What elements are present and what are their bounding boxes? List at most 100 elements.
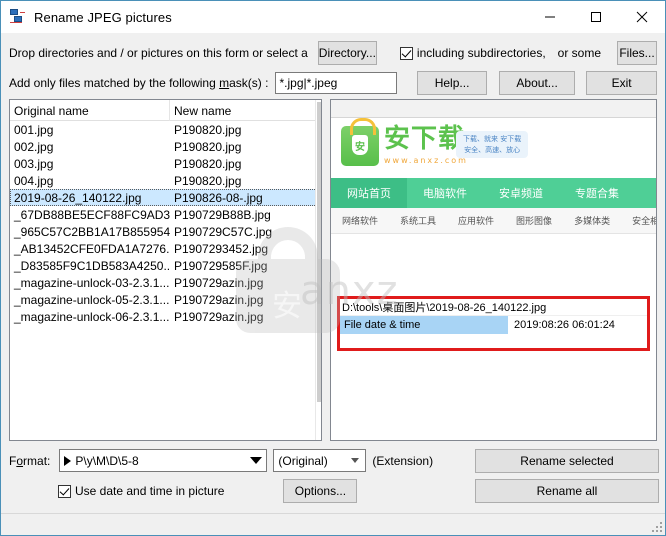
exif-value: 2019:08:26 06:01:24 (514, 319, 615, 331)
preview-body (331, 234, 656, 252)
cell-new-name: P190729B88B.jpg (174, 207, 271, 222)
rename-pictures-icon (10, 9, 26, 25)
subdirectories-checkbox-box[interactable] (399, 46, 413, 60)
cell-original-name: 001.jpg (14, 122, 54, 137)
file-list-scroll-thumb[interactable] (317, 102, 321, 402)
file-list[interactable]: Original name New name 001.jpg P190820.jp… (9, 99, 322, 441)
bottom-panel: Format: P\y\M\D\5-8 (Original) (Extensio… (1, 441, 665, 513)
extension-value: (Original) (278, 453, 328, 468)
format-play-icon (64, 455, 72, 466)
files-button[interactable]: Files... (617, 41, 657, 65)
file-list-scrollbar[interactable] (315, 100, 321, 440)
logo-url: www.anxz.com (384, 156, 468, 165)
format-dropdown-arrow[interactable] (247, 451, 266, 470)
table-row[interactable]: _magazine-unlock-06-2.3.1... P190729azin.… (10, 308, 321, 325)
table-row[interactable]: _D83585F9C1DB583A4250... P190729585F.jpg (10, 257, 321, 274)
mask-label-pre: Add only files matched by the following (9, 76, 220, 90)
extension-combobox[interactable]: (Original) (273, 449, 367, 472)
rename-selected-button[interactable]: Rename selected (475, 449, 659, 473)
extension-label: (Extension) (372, 453, 434, 468)
or-some-label: or some (557, 46, 602, 60)
preview-navbar: 网站首页 电脑软件 安卓频道 专题合集 (331, 178, 656, 208)
resize-grip[interactable] (650, 520, 662, 532)
slogan-line-1: 下载、就来 安下载 (463, 135, 522, 143)
exif-file-path: D:\tools\桌面图片\2019-08-26_140122.jpg (340, 299, 647, 316)
use-datetime-checkbox-box[interactable] (58, 484, 71, 498)
mask-label-accel: m (219, 76, 230, 90)
format-label: Format: (9, 454, 50, 468)
table-row[interactable]: 2019-08-26_140122.jpg P190826-08-.jpg (10, 189, 321, 206)
exif-row[interactable]: File date & time 2019:08:26 06:01:24 (340, 316, 647, 334)
table-row[interactable]: _67DB88BE5ECF88FC9AD3... P190729B88B.jpg (10, 206, 321, 223)
format-label-post: rmat: (23, 453, 51, 468)
cell-original-name: 004.jpg (14, 173, 54, 188)
table-row[interactable]: _magazine-unlock-05-2.3.1... P190729azin.… (10, 291, 321, 308)
column-header-new[interactable]: New name (170, 100, 321, 121)
preview-nav-item: 安卓频道 (499, 187, 543, 200)
help-button[interactable]: Help... (417, 71, 487, 95)
column-header-original[interactable]: Original name (10, 100, 170, 121)
cell-original-name: _magazine-unlock-05-2.3.1... (14, 292, 170, 307)
format-combobox[interactable]: P\y\M\D\5-8 (59, 449, 268, 472)
shield-badge-icon: 安 (352, 135, 368, 155)
preview-subnav-item: 系统工具 (400, 217, 437, 227)
cell-original-name: _965C57C2BB1A17B855954... (14, 224, 170, 239)
cell-new-name: P190729azin.jpg (174, 309, 264, 324)
preview-nav-item: 网站首页 (331, 178, 407, 208)
cell-original-name: 002.jpg (14, 139, 54, 154)
cell-new-name: P190820.jpg (174, 156, 242, 171)
file-list-body: 001.jpg P190820.jpg 002.jpg P190820.jpg 003.… (10, 121, 321, 440)
table-row[interactable]: 003.jpg P190820.jpg (10, 155, 321, 172)
table-row[interactable]: _965C57C2BB1A17B855954... P190729C57C.jpg (10, 223, 321, 240)
main-window: Rename JPEG pictures Drop directories an… (0, 0, 666, 536)
cell-original-name: _AB13452CFE0FDA1A7276... (14, 241, 170, 256)
preview-subnav-item: 网络软件 (342, 217, 379, 227)
preview-subnav-item: 安全相关 (632, 217, 656, 227)
table-row[interactable]: 001.jpg P190820.jpg (10, 121, 321, 138)
preview-empty-area (331, 351, 656, 440)
directory-button[interactable]: Directory... (317, 41, 377, 65)
table-row[interactable]: _AB13452CFE0FDA1A7276... P1907293452.jpg (10, 240, 321, 257)
mask-label: Add only files matched by the following … (9, 76, 268, 90)
minimize-button[interactable] (527, 1, 573, 33)
exif-key: File date & time (340, 316, 508, 334)
exif-rows: File date & time 2019:08:26 06:01:24 (340, 316, 647, 334)
cell-original-name: 003.jpg (14, 156, 54, 171)
slogan-line-2: 安全、高速、放心 (464, 145, 521, 154)
cell-new-name: P190820.jpg (174, 173, 242, 188)
table-row[interactable]: 002.jpg P190820.jpg (10, 138, 321, 155)
close-button[interactable] (619, 1, 665, 33)
maximize-button[interactable] (573, 1, 619, 33)
cell-new-name: P190826-08-.jpg (174, 190, 263, 205)
preview-topbar (331, 100, 656, 118)
preview-pane: 安 安下载 www.anxz.com 下载、就来 安下载 安全、高速、放心 网站… (330, 99, 657, 441)
subdirectories-label: including subdirectories, (416, 46, 546, 60)
preview-logo-area: 安 安下载 www.anxz.com 下载、就来 安下载 安全、高速、放心 (331, 118, 656, 178)
extension-dropdown-arrow[interactable] (346, 451, 365, 470)
table-row[interactable]: 004.jpg P190820.jpg (10, 172, 321, 189)
preview-subnav: 网络软件 系统工具 应用软件 图形图像 多媒体类 安全相关 (331, 208, 656, 234)
cell-original-name: _D83585F9C1DB583A4250... (14, 258, 170, 273)
use-datetime-label: Use date and time in picture (75, 484, 225, 498)
use-datetime-checkbox[interactable]: Use date and time in picture (58, 484, 224, 498)
exit-button[interactable]: Exit (586, 71, 657, 95)
preview-subnav-item: 多媒体类 (574, 217, 611, 227)
mask-input[interactable]: *.jpg|*.jpeg (275, 72, 398, 94)
rename-all-button[interactable]: Rename all (475, 479, 659, 503)
window-title: Rename JPEG pictures (34, 9, 172, 25)
exif-panel: D:\tools\桌面图片\2019-08-26_140122.jpg File… (337, 296, 650, 351)
cell-new-name: P190729585F.jpg (174, 258, 268, 273)
cell-new-name: P190729azin.jpg (174, 275, 264, 290)
subdirectories-checkbox[interactable]: including subdirectories, (399, 46, 546, 60)
mask-label-post: ask(s) : (229, 76, 269, 90)
cell-original-name: _67DB88BE5ECF88FC9AD3... (14, 207, 170, 222)
exif-empty-row (340, 334, 647, 348)
table-row[interactable]: _magazine-unlock-03-2.3.1... P190729azin.… (10, 274, 321, 291)
top-panel: Drop directories and / or pictures on th… (1, 33, 665, 99)
about-button[interactable]: About... (498, 71, 576, 95)
cell-original-name: 2019-08-26_140122.jpg (14, 190, 142, 205)
options-button[interactable]: Options... (283, 479, 358, 503)
cell-new-name: P1907293452.jpg (174, 241, 269, 256)
title-bar: Rename JPEG pictures (1, 1, 665, 33)
cell-original-name: _magazine-unlock-03-2.3.1... (14, 275, 170, 290)
